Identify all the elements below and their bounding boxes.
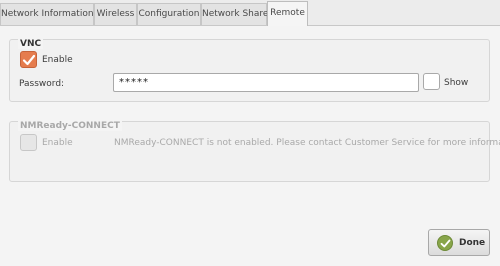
tab-label: Configuration [138,9,200,19]
done-button-label: Done [459,238,486,248]
password-input[interactable]: ***** [113,73,419,92]
password-value: ***** [119,77,149,88]
done-button[interactable]: Done [428,229,490,256]
nmready-connect-group-title: NMReady-CONNECT [18,121,122,131]
show-password-label: Show [444,78,469,88]
show-password-checkbox[interactable] [423,73,440,90]
vnc-group-title: VNC [18,39,44,49]
nmready-connect-group: NMReady-CONNECT Enable NMReady-CONNECT i… [9,121,500,182]
nmready-enable-label: Enable [42,138,73,148]
checkmark-icon [22,54,36,66]
nmready-status-message: NMReady-CONNECT is not enabled. Please c… [114,138,500,148]
check-circle-icon [437,235,453,251]
vnc-group: VNC Enable Password: ***** Show [9,39,490,102]
tab-wireless[interactable]: Wireless [94,3,137,25]
tab-label: Network Share [202,9,269,19]
tab-network-share[interactable]: Network Share [201,3,269,25]
tab-label: Remote [270,8,305,18]
nmready-enable-checkbox[interactable] [20,134,37,151]
tab-remote[interactable]: Remote [267,1,308,26]
vnc-enable-label: Enable [42,55,73,65]
tab-configuration[interactable]: Configuration [137,3,201,25]
tab-network-information[interactable]: Network Information [0,3,94,25]
password-label: Password: [19,79,65,89]
remote-panel: VNC Enable Password: ***** Show NMReady-… [0,25,500,266]
tab-label: Wireless [96,9,135,19]
tab-label: Network Information [1,9,94,19]
tab-bar: Network Information Wireless Configurati… [0,0,500,26]
vnc-enable-checkbox[interactable] [20,51,37,68]
